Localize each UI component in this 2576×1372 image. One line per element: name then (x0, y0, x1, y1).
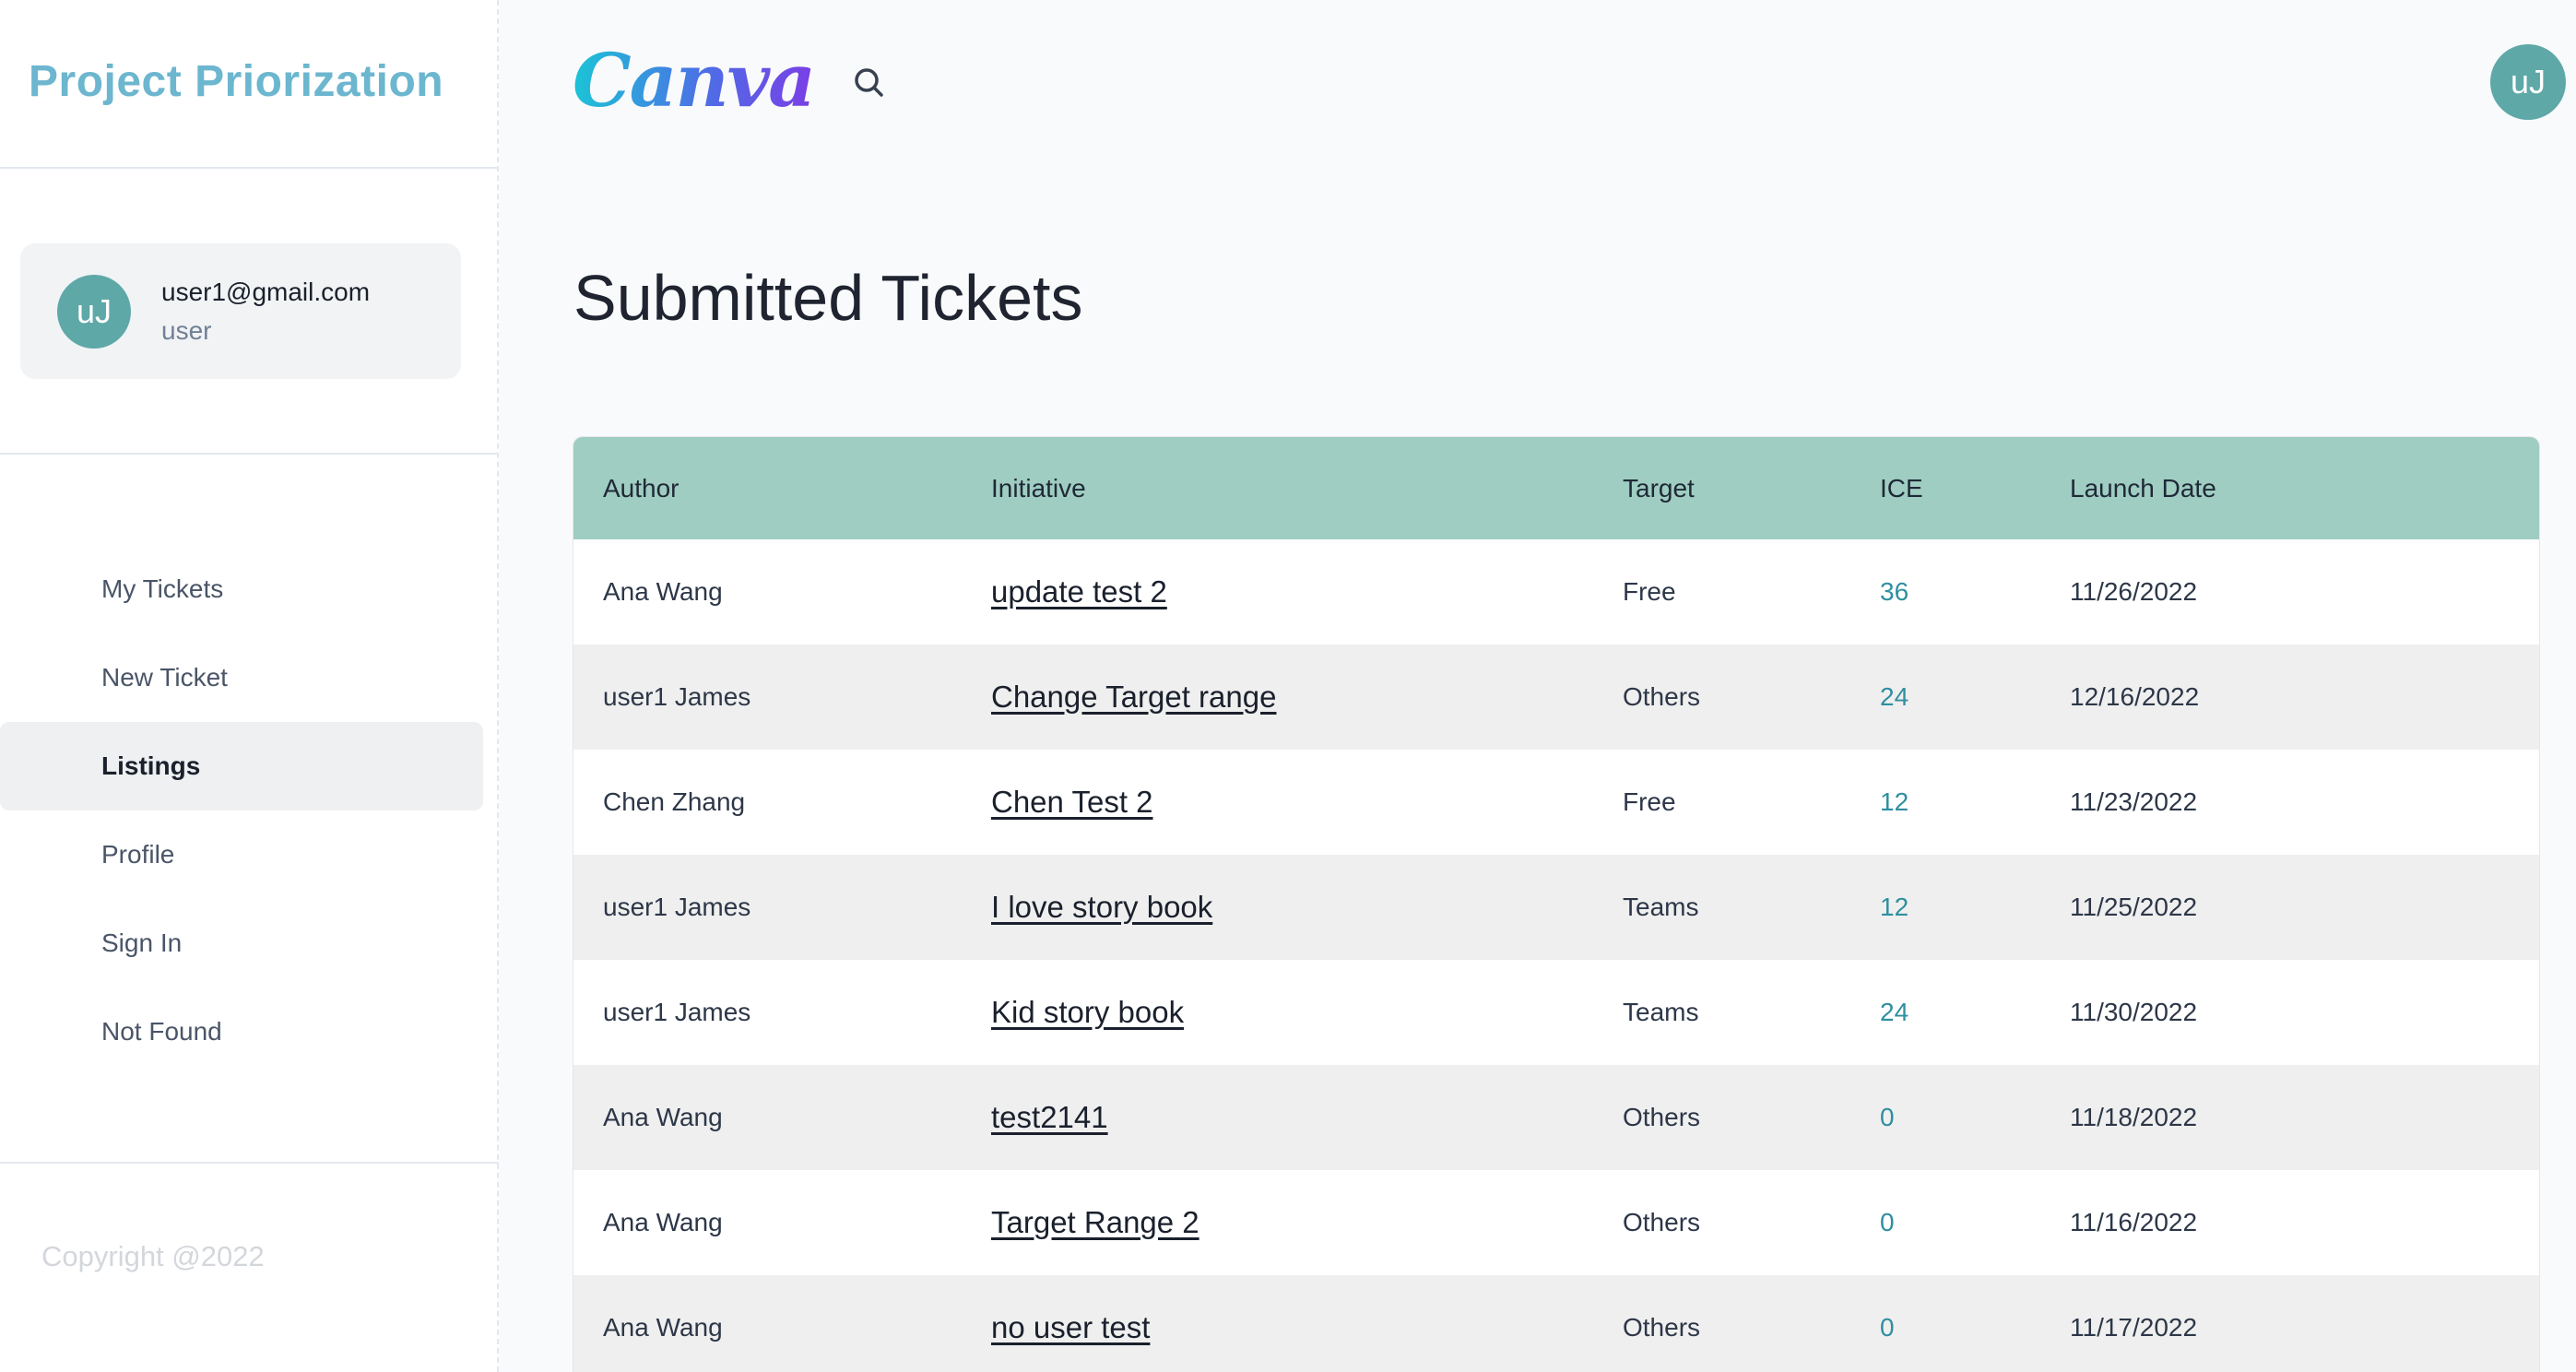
author-cell: user1 James (603, 682, 751, 711)
brand-title[interactable]: Project Priorization (29, 56, 443, 107)
author-cell: Ana Wang (603, 1103, 723, 1131)
search-icon[interactable] (851, 65, 888, 101)
launch-date-cell: 11/25/2022 (2070, 893, 2198, 921)
author-cell: user1 James (603, 998, 751, 1026)
author-cell: Ana Wang (603, 1313, 723, 1342)
avatar: uJ (57, 274, 131, 349)
initiative-link[interactable]: Change Target range (991, 645, 1276, 750)
table-header: Author Initiative Target ICE Launch Date (573, 437, 2539, 539)
initiative-link[interactable]: Kid story book (991, 960, 1184, 1065)
launch-date-cell: 11/23/2022 (2070, 787, 2198, 816)
initiative-link[interactable]: I love story book (991, 855, 1212, 960)
sidebar-item-not-found[interactable]: Not Found (0, 988, 483, 1076)
launch-date-cell: 11/26/2022 (2070, 577, 2198, 606)
initiative-link[interactable]: test2141 (991, 1065, 1108, 1170)
target-cell: Others (1623, 1103, 1701, 1131)
ice-cell: 12 (1880, 787, 1909, 816)
ice-cell: 0 (1880, 1208, 1895, 1236)
ice-cell: 0 (1880, 1313, 1895, 1342)
page-title: Submitted Tickets (573, 262, 1083, 334)
sidebar: Project Priorization uJ user1@gmail.com … (0, 0, 499, 1372)
sidebar-item-new-ticket[interactable]: New Ticket (0, 633, 483, 722)
target-cell: Teams (1623, 998, 1699, 1026)
launch-date-cell: 12/16/2022 (2070, 682, 2200, 711)
target-cell: Others (1623, 682, 1701, 711)
user-section: uJ user1@gmail.com user (0, 169, 497, 455)
sidebar-item-sign-in[interactable]: Sign In (0, 899, 483, 988)
brand: Project Priorization (0, 0, 497, 169)
table-row: Ana Wang no user test Others 0 11/17/2022 (573, 1275, 2539, 1372)
initiative-link[interactable]: no user test (991, 1275, 1150, 1372)
author-cell: Ana Wang (603, 577, 723, 606)
initiative-link[interactable]: Target Range 2 (991, 1170, 1199, 1275)
target-cell: Free (1623, 787, 1676, 816)
user-role: user (161, 315, 212, 345)
sidebar-item-my-tickets[interactable]: My Tickets (0, 545, 483, 633)
column-header-launch-date[interactable]: Launch Date (2070, 437, 2216, 539)
column-header-ice[interactable]: ICE (1880, 437, 1923, 539)
column-header-author[interactable]: Author (603, 437, 679, 539)
column-header-initiative[interactable]: Initiative (991, 437, 1086, 539)
table-row: user1 James Kid story book Teams 24 11/30/20… (573, 960, 2539, 1065)
target-cell: Others (1623, 1208, 1701, 1236)
table-body: Ana Wang update test 2 Free 36 11/26/2022 use… (573, 539, 2539, 1372)
launch-date-cell: 11/16/2022 (2070, 1208, 2198, 1236)
copyright: Copyright @2022 (41, 1240, 265, 1272)
author-cell: Ana Wang (603, 1208, 723, 1236)
ice-cell: 24 (1880, 998, 1909, 1026)
author-cell: Chen Zhang (603, 787, 746, 816)
ice-cell: 12 (1880, 893, 1909, 921)
sidebar-item-profile[interactable]: Profile (0, 810, 483, 899)
initiative-link[interactable]: update test 2 (991, 539, 1167, 645)
table-row: user1 James I love story book Teams 12 11/25… (573, 855, 2539, 960)
sidebar-item-listings[interactable]: Listings (0, 722, 483, 810)
author-cell: user1 James (603, 893, 751, 921)
launch-date-cell: 11/18/2022 (2070, 1103, 2198, 1131)
target-cell: Teams (1623, 893, 1699, 921)
table-row: Ana Wang update test 2 Free 36 11/26/2022 (573, 539, 2539, 645)
tickets-table: Author Initiative Target ICE Launch Date… (573, 437, 2539, 1372)
ice-cell: 36 (1880, 577, 1909, 606)
ice-cell: 0 (1880, 1103, 1895, 1131)
target-cell: Free (1623, 577, 1676, 606)
ice-cell: 24 (1880, 682, 1909, 711)
table-row: Chen Zhang Chen Test 2 Free 12 11/23/2022 (573, 750, 2539, 855)
user-info: user1@gmail.com user (161, 273, 370, 350)
launch-date-cell: 11/17/2022 (2070, 1313, 2198, 1342)
user-avatar-button[interactable]: uJ (2490, 44, 2566, 120)
sidebar-nav: My Tickets New Ticket Listings Profile S… (0, 455, 499, 1164)
user-email: user1@gmail.com (161, 277, 371, 306)
column-header-target[interactable]: Target (1623, 437, 1695, 539)
table-row: user1 James Change Target range Others 24 12… (573, 645, 2539, 750)
initiative-link[interactable]: Chen Test 2 (991, 750, 1153, 855)
canva-logo[interactable]: Canva (573, 37, 816, 124)
top-bar: Canva uJ (501, 0, 2576, 169)
launch-date-cell: 11/30/2022 (2070, 998, 2198, 1026)
table-row: Ana Wang test2141 Others 0 11/18/2022 (573, 1065, 2539, 1170)
user-card: uJ user1@gmail.com user (20, 243, 461, 379)
table-row: Ana Wang Target Range 2 Others 0 11/16/2022 (573, 1170, 2539, 1275)
target-cell: Others (1623, 1313, 1701, 1342)
